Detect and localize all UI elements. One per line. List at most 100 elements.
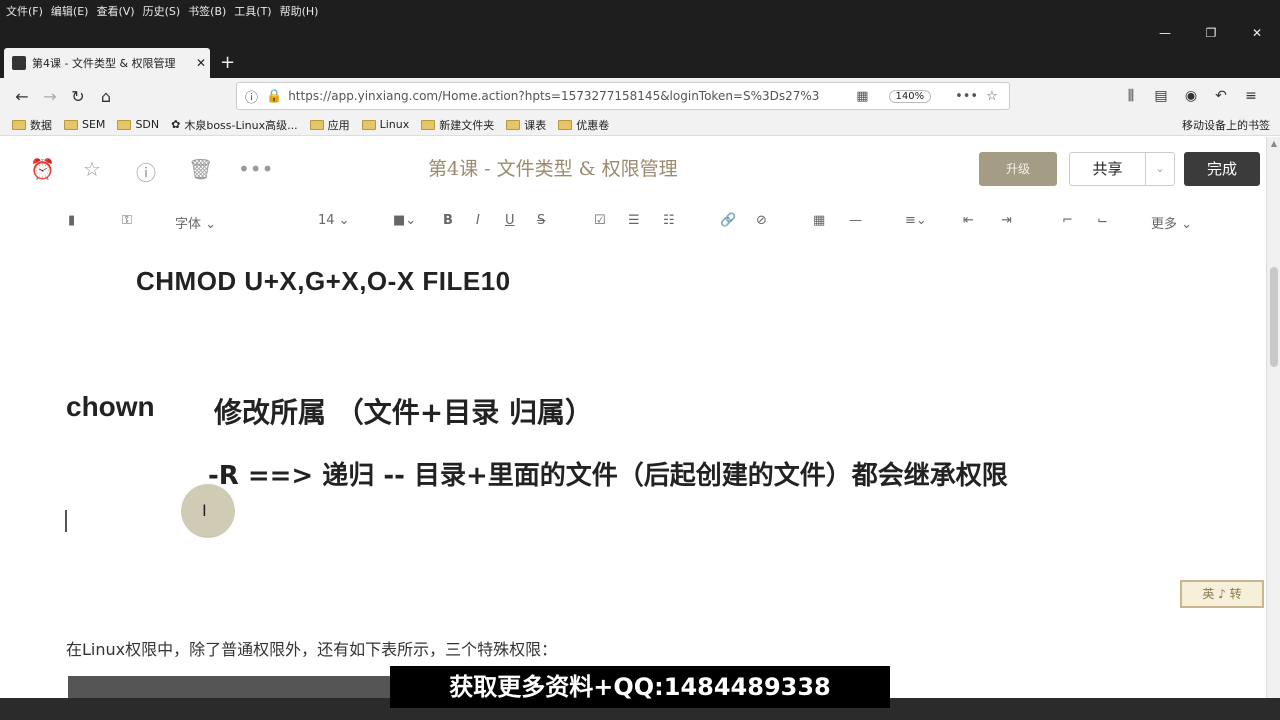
bold-icon[interactable]: B xyxy=(443,213,453,228)
subscript-icon[interactable]: ⌐ xyxy=(1062,213,1073,228)
scroll-up-icon[interactable]: ▲ xyxy=(1267,139,1280,148)
reminder-icon[interactable]: ⏰ xyxy=(30,157,55,181)
vertical-scrollbar[interactable]: ▲ ▼ xyxy=(1266,137,1280,720)
folder-icon xyxy=(64,119,78,130)
window-controls: — ❐ ✕ xyxy=(1142,22,1280,44)
tab-bar: 第4课 - 文件类型 & 权限管理 ✕ + xyxy=(0,22,1280,78)
text-color-icon[interactable]: ■⌄ xyxy=(393,213,416,228)
minimize-button[interactable]: — xyxy=(1142,22,1188,44)
menu-tools[interactable]: 工具(T) xyxy=(234,3,271,19)
input-method-stamp: 英 ♪ 转 xyxy=(1180,580,1264,608)
new-tab-button[interactable]: + xyxy=(220,48,235,78)
menu-view[interactable]: 查看(V) xyxy=(96,3,134,19)
doc-line-chmod[interactable]: CHMOD U+X,G+X,O-X FILE10 xyxy=(136,266,511,297)
folder-icon xyxy=(12,119,26,130)
back-icon[interactable]: ← xyxy=(8,87,36,106)
page-actions-icon[interactable]: ••• xyxy=(955,89,978,104)
menubar: 文件(F) 编辑(E) 查看(V) 历史(S) 书签(B) 工具(T) 帮助(H… xyxy=(0,0,1280,22)
font-size-dropdown[interactable]: 14 ⌄ xyxy=(318,213,350,228)
nav-toolbar: ← → ↻ ⌂ ⓘ 🔒 https://app.yinxiang.com/Hom… xyxy=(0,78,1280,114)
folder-icon xyxy=(361,119,376,130)
bookmark-item[interactable]: SDN xyxy=(117,118,159,131)
tab-title: 第4课 - 文件类型 & 权限管理 xyxy=(32,57,176,70)
link-icon[interactable]: 🔗 xyxy=(720,213,736,228)
font-dropdown[interactable]: 字体 ⌄ xyxy=(175,213,216,232)
account-icon[interactable]: ◉ xyxy=(1176,88,1206,104)
menu-file[interactable]: 文件(F) xyxy=(6,3,43,19)
folder-icon xyxy=(117,119,132,130)
lock-icon: 🔒 xyxy=(266,88,283,104)
bookmarks-bar: 数据 SEM SDN ✿ 木泉boss-Linux高级... 应用 Linux 新… xyxy=(0,114,1280,136)
upgrade-button[interactable]: 升级 xyxy=(979,152,1057,186)
table-icon[interactable]: ▦ xyxy=(813,213,825,228)
restore-button[interactable]: ❐ xyxy=(1188,22,1234,44)
doc-line-recursive[interactable]: -R ==> 递归 -- 目录+里面的文件（后起创建的文件）都会继承权限 xyxy=(208,455,1008,492)
more-icon[interactable]: ••• xyxy=(238,157,273,181)
table-header-strip xyxy=(68,676,398,698)
close-window-button[interactable]: ✕ xyxy=(1234,22,1280,44)
strikethrough-icon[interactable]: S xyxy=(537,213,545,228)
underline-icon[interactable]: U xyxy=(505,213,515,228)
evernote-favicon-icon xyxy=(12,56,26,70)
attachment-icon[interactable]: ▮ xyxy=(68,213,75,228)
menu-edit[interactable]: 编辑(E) xyxy=(51,3,89,19)
forward-icon[interactable]: → xyxy=(36,87,64,106)
folder-icon xyxy=(421,119,436,130)
more-formatting-dropdown[interactable]: 更多 ⌄ xyxy=(1151,213,1192,232)
bookmark-item[interactable]: 课表 xyxy=(506,117,546,133)
home-icon[interactable]: ⌂ xyxy=(92,87,120,106)
gear-icon: ✿ xyxy=(171,118,181,131)
checkbox-icon[interactable]: ☑ xyxy=(594,213,606,228)
toolbar-right: ⫼ ▤ ◉ ↶ ≡ xyxy=(1116,78,1266,114)
bookmark-item[interactable]: SEM xyxy=(64,118,105,131)
done-button[interactable]: 完成 xyxy=(1184,152,1260,186)
indent-icon[interactable]: ⇥ xyxy=(1001,213,1012,228)
numbered-list-icon[interactable]: ☷ xyxy=(663,213,675,228)
address-bar[interactable]: ⓘ 🔒 https://app.yinxiang.com/Home.action… xyxy=(236,82,1010,110)
menu-history[interactable]: 历史(S) xyxy=(143,3,181,19)
doc-paragraph[interactable]: 在Linux权限中，除了普通权限外，还有如下表所示，三个特殊权限： xyxy=(66,636,557,660)
menu-icon[interactable]: ≡ xyxy=(1236,88,1266,104)
divider-icon[interactable]: — xyxy=(849,213,862,228)
bookmark-item[interactable]: 新建文件夹 xyxy=(421,117,494,133)
sidebar-icon[interactable]: ▤ xyxy=(1146,88,1176,104)
doc-line-chown-cmd[interactable]: chown xyxy=(66,391,155,423)
trash-icon[interactable]: 🗑 xyxy=(188,157,213,181)
tab-active[interactable]: 第4课 - 文件类型 & 权限管理 ✕ xyxy=(4,48,210,78)
menu-bookmarks[interactable]: 书签(B) xyxy=(188,3,226,19)
scrollbar-thumb[interactable] xyxy=(1270,267,1278,367)
bookmark-star-icon[interactable]: ☆ xyxy=(986,89,998,104)
info-icon[interactable]: ⓘ xyxy=(136,157,156,186)
lock-icon[interactable]: ⚿ xyxy=(122,213,132,228)
info-icon[interactable]: ⓘ xyxy=(245,87,258,106)
reload-icon[interactable]: ↻ xyxy=(64,87,92,106)
menu-help[interactable]: 帮助(H) xyxy=(280,3,319,19)
share-label[interactable]: 共享 xyxy=(1070,153,1146,185)
star-icon[interactable]: ☆ xyxy=(83,157,101,181)
bookmark-item[interactable]: Linux xyxy=(361,118,409,131)
bullet-list-icon[interactable]: ☰ xyxy=(628,213,640,228)
chevron-down-icon[interactable]: ⌄ xyxy=(1146,153,1174,185)
qr-icon[interactable]: ▦ xyxy=(856,89,868,104)
folder-icon xyxy=(506,119,521,130)
share-button[interactable]: 共享 ⌄ xyxy=(1069,152,1175,186)
outdent-icon[interactable]: ⇤ xyxy=(963,213,974,228)
url-text[interactable]: https://app.yinxiang.com/Home.action?hpt… xyxy=(288,89,848,103)
italic-icon[interactable]: I xyxy=(476,213,480,228)
mobile-bookmarks[interactable]: 移动设备上的书签 xyxy=(1182,117,1270,133)
bookmark-item[interactable]: ✿ 木泉boss-Linux高级... xyxy=(171,117,298,133)
zoom-badge[interactable]: 140% xyxy=(888,89,932,103)
mouse-cursor-highlight xyxy=(181,484,235,538)
undo-close-icon[interactable]: ↶ xyxy=(1206,88,1236,104)
align-icon[interactable]: ≡⌄ xyxy=(905,213,927,228)
bookmark-item[interactable]: 数据 xyxy=(12,117,52,133)
note-title[interactable]: 第4课 - 文件类型 & 权限管理 xyxy=(428,154,678,181)
library-icon[interactable]: ⫼ xyxy=(1116,88,1146,104)
doc-line-chown-desc[interactable]: 修改所属 （文件+目录 归属） xyxy=(214,391,593,431)
bookmark-item[interactable]: 应用 xyxy=(309,117,350,133)
superscript-icon[interactable]: ⌙ xyxy=(1097,213,1108,228)
bookmark-item[interactable]: 优惠卷 xyxy=(558,117,609,133)
tab-close-icon[interactable]: ✕ xyxy=(192,56,210,70)
folder-icon xyxy=(309,119,324,130)
clip-icon[interactable]: ⊘ xyxy=(756,213,767,228)
